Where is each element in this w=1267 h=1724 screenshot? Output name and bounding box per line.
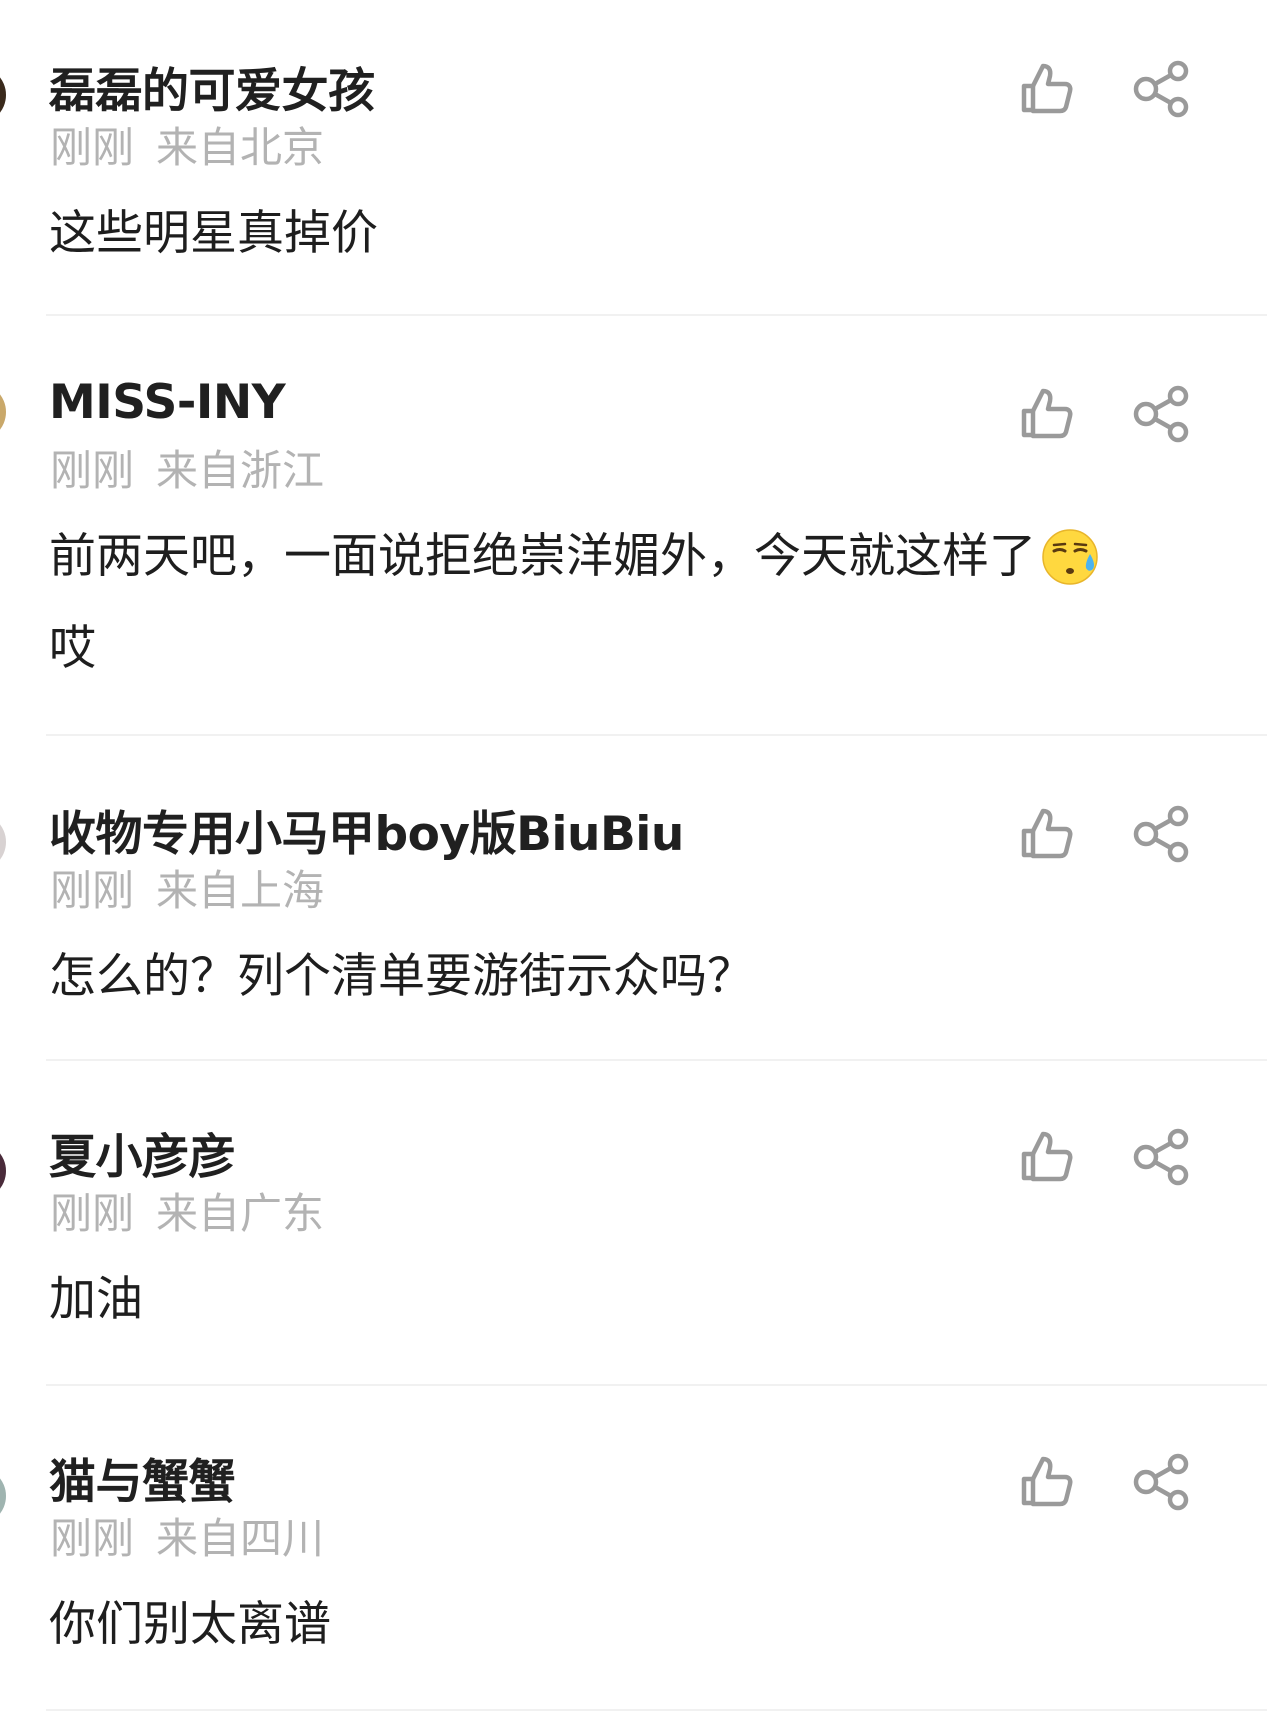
- comment-meta: 刚刚 来自浙江: [50, 437, 324, 498]
- username[interactable]: MISS-INY: [49, 375, 286, 430]
- thumbs-up-icon[interactable]: [1018, 1453, 1076, 1511]
- avatar[interactable]: [0, 66, 6, 124]
- comment-location: 来自浙江: [156, 446, 325, 495]
- share-icon[interactable]: [1131, 1453, 1193, 1511]
- thumbs-up-icon[interactable]: [1018, 385, 1076, 443]
- comment-text: 怎么的？列个清单要游街示众吗？: [49, 949, 754, 1004]
- share-icon[interactable]: [1131, 805, 1193, 863]
- thumbs-up-icon[interactable]: [1018, 805, 1076, 863]
- comment-text: 你们别太离谱: [49, 1597, 331, 1652]
- comment-text-line: 哎: [49, 621, 96, 676]
- avatar[interactable]: [0, 383, 6, 441]
- comment-location: 来自广东: [156, 1189, 325, 1238]
- comment-item: 猫与蟹蟹 刚刚 来自四川 你们别太离谱: [0, 1385, 1267, 1710]
- comment-meta: 刚刚 来自四川: [50, 1505, 324, 1566]
- comment-time: 刚刚: [50, 1514, 135, 1563]
- avatar[interactable]: [0, 813, 6, 871]
- comment-time: 刚刚: [50, 866, 135, 915]
- username[interactable]: 猫与蟹蟹: [49, 1443, 236, 1512]
- avatar[interactable]: [0, 1467, 6, 1525]
- thumbs-up-icon[interactable]: [1018, 1128, 1076, 1186]
- comment-text: 这些明星真掉价: [49, 206, 378, 261]
- comment-item: MISS-INY 刚刚 来自浙江 前两天吧，一面说拒绝崇洋媚外，今天就这样了 哎: [0, 315, 1267, 735]
- comment-meta: 刚刚 来自上海: [50, 857, 324, 918]
- comment-location: 来自四川: [156, 1514, 325, 1563]
- username[interactable]: 收物专用小马甲boy版BiuBiu: [49, 795, 684, 864]
- comment-item: 夏小彦彦 刚刚 来自广东 加油: [0, 1060, 1267, 1385]
- sweat-face-emoji: [1042, 528, 1098, 585]
- comment-time: 刚刚: [50, 446, 135, 495]
- comment-text: 加油: [49, 1272, 143, 1327]
- thumbs-up-icon[interactable]: [1018, 60, 1076, 118]
- comment-time: 刚刚: [50, 123, 135, 172]
- comment-text-line: 前两天吧，一面说拒绝崇洋媚外，今天就这样了: [49, 529, 1036, 584]
- avatar[interactable]: [0, 1142, 6, 1200]
- comment-text: 前两天吧，一面说拒绝崇洋媚外，今天就这样了 哎: [49, 511, 1189, 695]
- comment-location: 来自上海: [156, 866, 325, 915]
- comment-meta: 刚刚 来自广东: [50, 1180, 324, 1241]
- username[interactable]: 夏小彦彦: [49, 1118, 236, 1187]
- divider: [46, 1709, 1267, 1711]
- comment-location: 来自北京: [156, 123, 325, 172]
- share-icon[interactable]: [1131, 1128, 1193, 1186]
- comment-meta: 刚刚 来自北京: [50, 114, 324, 175]
- comment-item: 磊磊的可爱女孩 刚刚 来自北京 这些明星真掉价: [0, 0, 1267, 315]
- share-icon[interactable]: [1131, 60, 1193, 118]
- share-icon[interactable]: [1131, 385, 1193, 443]
- comment-item: 收物专用小马甲boy版BiuBiu 刚刚 来自上海 怎么的？列个清单要游街示众吗？: [0, 735, 1267, 1060]
- comment-time: 刚刚: [50, 1189, 135, 1238]
- username[interactable]: 磊磊的可爱女孩: [49, 52, 375, 121]
